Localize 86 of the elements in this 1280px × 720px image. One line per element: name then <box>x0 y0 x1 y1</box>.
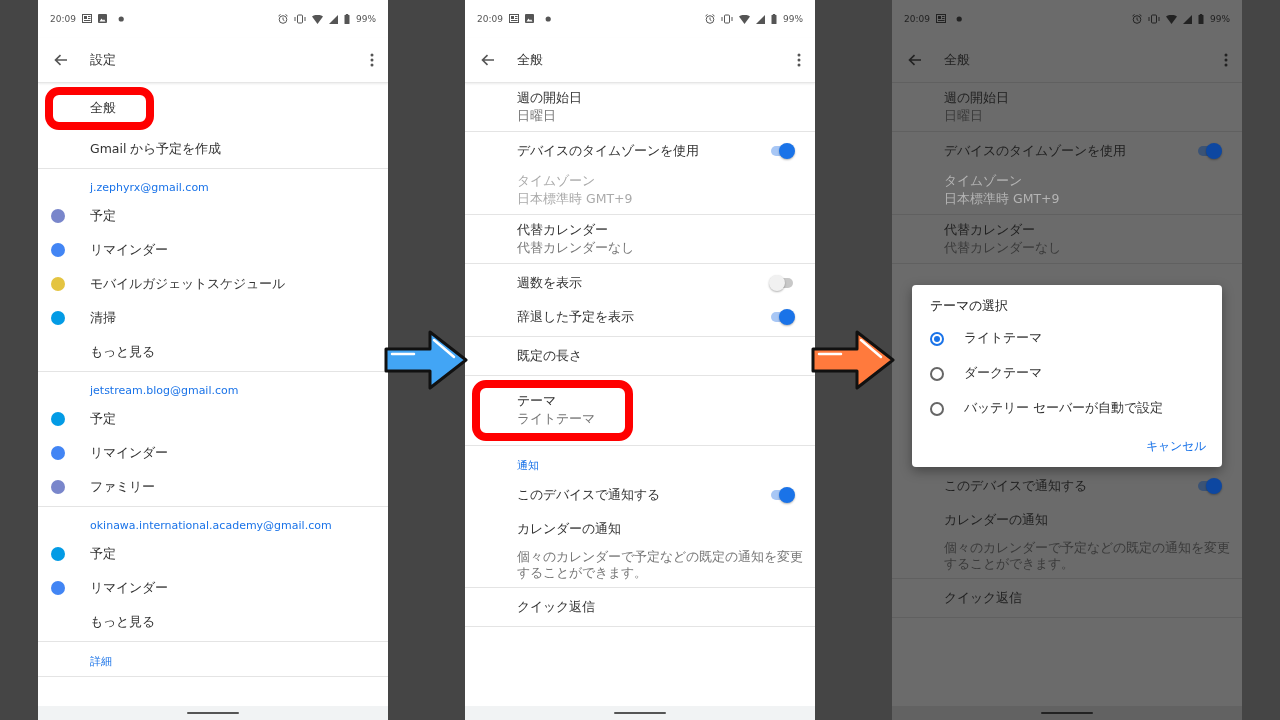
radio-option-label[interactable]: ライトテーマ <box>964 330 1042 347</box>
vibrate-icon <box>721 14 733 24</box>
page-title: 全般 <box>517 51 544 69</box>
setting-label[interactable]: 週数を表示 <box>517 274 769 292</box>
page-title: 全般 <box>944 51 971 69</box>
image-icon <box>97 14 108 24</box>
alarm-clock-icon <box>278 14 288 24</box>
setting-label[interactable]: 既定の長さ <box>517 347 582 365</box>
setting-label[interactable]: このデバイスで通知する <box>517 486 769 504</box>
setting-label[interactable]: 全般 <box>90 100 116 117</box>
setting-value: 日本標準時 GMT+9 <box>517 190 633 208</box>
home-handle[interactable] <box>614 712 666 714</box>
signal-icon <box>1183 14 1192 24</box>
battery-percentage: 99% <box>1210 14 1230 24</box>
radio-button[interactable] <box>930 366 944 381</box>
toggle-switch[interactable] <box>769 275 795 291</box>
more-options-icon[interactable] <box>370 53 374 67</box>
back-arrow-icon[interactable] <box>54 54 68 66</box>
toggle-switch[interactable] <box>769 487 795 503</box>
alarm-clock-icon <box>705 14 715 24</box>
back-arrow-icon[interactable] <box>908 54 922 66</box>
toggle-switch[interactable] <box>1196 143 1222 159</box>
page-title: 設定 <box>90 51 117 69</box>
section-header: 詳細 <box>89 654 113 670</box>
wifi-icon <box>312 14 323 24</box>
battery-icon <box>344 14 350 24</box>
more-options-icon[interactable] <box>797 53 801 67</box>
section-header: j.zephyrx@gmail.com <box>89 180 210 196</box>
setting-value: 日本標準時 GMT+9 <box>944 190 1060 208</box>
calendar-name[interactable]: 予定 <box>90 410 116 428</box>
signal-icon <box>756 14 765 24</box>
signal-icon <box>329 14 338 24</box>
setting-value: ライトテーマ <box>517 411 595 428</box>
vibrate-icon <box>1148 14 1160 24</box>
section-header: 通知 <box>516 458 540 474</box>
home-handle[interactable] <box>187 712 239 714</box>
home-handle[interactable] <box>1041 712 1093 714</box>
battery-icon <box>771 14 777 24</box>
calendar-name[interactable]: 清掃 <box>90 309 116 327</box>
setting-value: 日曜日 <box>517 107 556 125</box>
setting-label[interactable]: 辞退した予定を表示 <box>517 308 769 326</box>
calendar-name[interactable]: ファミリー <box>90 478 155 496</box>
radio-button[interactable] <box>930 401 944 416</box>
setting-label[interactable]: 代替カレンダー <box>517 221 608 239</box>
dialog-title: テーマの選択 <box>929 297 1009 315</box>
setting-label[interactable]: カレンダーの通知 <box>517 520 621 538</box>
image-icon <box>524 14 535 24</box>
setting-label[interactable]: Gmail から予定を作成 <box>90 140 222 158</box>
newspaper-icon <box>508 14 519 24</box>
setting-value: 代替カレンダーなし <box>517 239 634 257</box>
vibrate-icon <box>294 14 306 24</box>
back-arrow-icon[interactable] <box>481 54 495 66</box>
wifi-icon <box>739 14 750 24</box>
calendar-name[interactable]: モバイルガジェットスケジュール <box>90 275 285 293</box>
calendar-name[interactable]: 予定 <box>90 545 116 563</box>
cancel-button[interactable]: キャンセル <box>1140 436 1212 457</box>
toggle-switch[interactable] <box>1196 478 1222 494</box>
calendar-name[interactable]: リマインダー <box>90 579 168 597</box>
newspaper-icon <box>81 14 92 24</box>
calendar-name[interactable]: リマインダー <box>90 444 168 462</box>
radio-button[interactable] <box>930 331 944 346</box>
radio-option-label[interactable]: ダークテーマ <box>964 365 1042 382</box>
calendar-name[interactable]: リマインダー <box>90 241 168 259</box>
section-header: okinawa.international.academy@gmail.com <box>89 518 333 534</box>
battery-percentage: 99% <box>356 14 376 24</box>
section-header: jetstream.blog@gmail.com <box>89 383 240 399</box>
description-text: 個々のカレンダーで予定などの既定の通知を変更することができます。 <box>517 549 803 581</box>
setting-label[interactable]: 週の開始日 <box>517 89 582 107</box>
battery-percentage: 99% <box>783 14 803 24</box>
status-time: 20:09 <box>904 14 930 24</box>
setting-label[interactable]: もっと見る <box>90 613 155 631</box>
setting-label[interactable]: クイック返信 <box>517 598 595 616</box>
radio-option-label[interactable]: バッテリー セーバーが自動で設定 <box>964 400 1163 417</box>
calendar-name[interactable]: 予定 <box>90 207 116 225</box>
alarm-clock-icon <box>1132 14 1142 24</box>
toggle-switch[interactable] <box>769 309 795 325</box>
status-time: 20:09 <box>50 14 76 24</box>
setting-label[interactable]: もっと見る <box>90 343 155 361</box>
wifi-icon <box>1166 14 1177 24</box>
more-options-icon[interactable] <box>1224 53 1228 67</box>
toggle-switch[interactable] <box>769 143 795 159</box>
newspaper-icon <box>935 14 946 24</box>
battery-icon <box>1198 14 1204 24</box>
setting-label[interactable]: デバイスのタイムゾーンを使用 <box>517 142 769 160</box>
setting-label[interactable]: テーマ <box>517 393 556 410</box>
status-time: 20:09 <box>477 14 503 24</box>
